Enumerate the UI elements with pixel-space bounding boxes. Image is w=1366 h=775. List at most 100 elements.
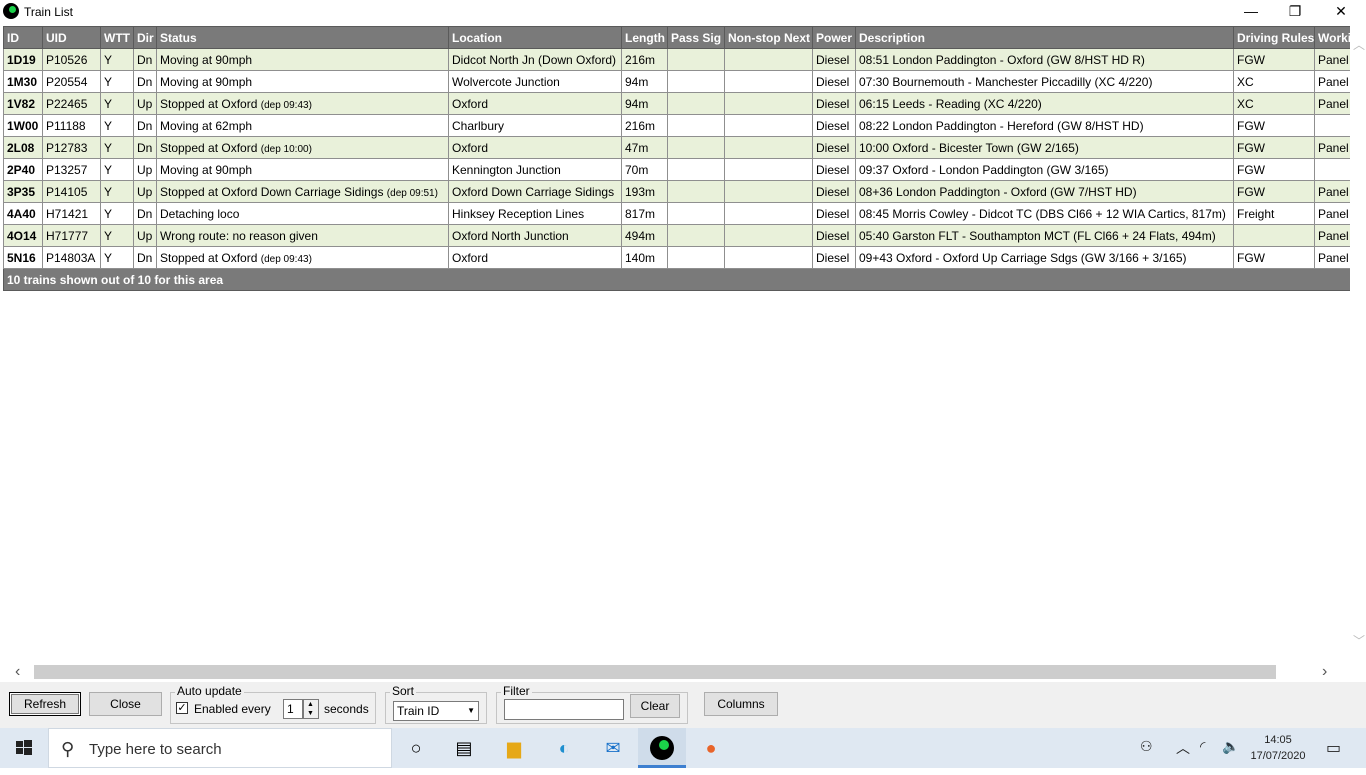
cell-description: 09:37 Oxford - London Paddington (GW 3/1… (855, 158, 1234, 181)
cell-power: Diesel (812, 202, 856, 225)
auto-update-checkbox[interactable]: ✓ (176, 702, 188, 714)
spin-down-icon[interactable]: ▼ (307, 710, 314, 718)
table-row[interactable]: 4A40 H71421 Y Dn Detaching loco Hinksey Recep… (3, 202, 1350, 225)
windows-start-icon[interactable] (0, 728, 48, 768)
spin-up-icon[interactable]: ▲ (307, 701, 314, 709)
cell-direction: Up (133, 158, 157, 181)
people-icon[interactable]: ⚇ (1140, 738, 1153, 755)
taskbar-search-box[interactable]: ⚲ Type here to search (48, 728, 392, 768)
column-header-wtt[interactable]: WTT (100, 26, 134, 49)
restore-button[interactable]: ❐ (1272, 0, 1318, 24)
table-row[interactable]: 2P40 P13257 Y Up Moving at 90mph Kennington J… (3, 158, 1350, 181)
cell-wtt: Y (100, 92, 134, 115)
cell-location: Didcot North Jn (Down Oxford) (448, 48, 622, 71)
cell-non-stop-next (724, 136, 813, 159)
column-header-working[interactable]: Working (1314, 26, 1350, 49)
cell-status: Moving at 62mph (156, 114, 449, 137)
refresh-button[interactable]: Refresh (9, 692, 81, 716)
cell-uid: P22465 (42, 92, 101, 115)
cortana-icon[interactable]: ○ (392, 728, 440, 768)
cell-non-stop-next (724, 202, 813, 225)
cell-train-id: 5N16 (3, 246, 43, 269)
edge-icon[interactable]: ◐ (540, 728, 588, 768)
file-explorer-icon[interactable]: ▆ (490, 728, 538, 768)
table-row[interactable]: 2L08 P12783 Y Dn Stopped at Oxford (dep 10:0… (3, 136, 1350, 159)
cell-direction: Dn (133, 114, 157, 137)
cell-wtt: Y (100, 136, 134, 159)
cell-uid: H71421 (42, 202, 101, 225)
cell-working: Panel (1314, 136, 1350, 159)
train-table: ID UID WTT Dir Status Location Length Pass Sig N… (3, 26, 1350, 291)
mail-icon[interactable]: ✉ (589, 728, 637, 768)
horizontal-scrollbar[interactable]: ‹ › (0, 662, 1350, 682)
table-row[interactable]: 4O14 H71777 Y Up Wrong route: no reason give… (3, 224, 1350, 247)
column-header-driving-rules[interactable]: Driving Rules (1233, 26, 1315, 49)
column-header-id[interactable]: ID (3, 26, 43, 49)
interval-input[interactable]: 1 (283, 699, 303, 719)
clear-button[interactable]: Clear (630, 694, 680, 718)
scroll-down-icon[interactable]: ﹀ (1353, 632, 1365, 649)
chevron-up-icon[interactable]: ︿ (1176, 738, 1190, 758)
status-departure: (dep 09:43) (260, 253, 312, 265)
cell-wtt: Y (100, 224, 134, 247)
status-text: Wrong route: no reason given (160, 228, 318, 243)
cell-length: 193m (621, 180, 668, 203)
column-header-description[interactable]: Description (855, 26, 1234, 49)
cell-description: 07:30 Bournemouth - Manchester Piccadill… (855, 70, 1234, 93)
close-button[interactable]: Close (89, 692, 162, 716)
table-row[interactable]: 1V82 P22465 Y Up Stopped at Oxford (dep 09:4… (3, 92, 1350, 115)
table-row[interactable]: 5N16 P14803A Y Dn Stopped at Oxford (dep 09:… (3, 246, 1350, 269)
cell-uid: P14105 (42, 180, 101, 203)
column-header-status[interactable]: Status (156, 26, 449, 49)
table-row[interactable]: 1W00 P11188 Y Dn Moving at 62mph Charlbury 216… (3, 114, 1350, 137)
network-icon[interactable]: ◜ (1200, 738, 1205, 755)
task-view-icon[interactable]: ▤ (440, 728, 488, 768)
cell-working: Panel (1314, 48, 1350, 71)
cell-uid: P13257 (42, 158, 101, 181)
cell-pass-sig (667, 202, 725, 225)
cell-uid: P20554 (42, 70, 101, 93)
status-text: Moving at 90mph (160, 162, 253, 177)
scroll-up-icon[interactable]: ︿ (1353, 36, 1365, 53)
column-header-non-stop-next[interactable]: Non-stop Next (724, 26, 813, 49)
notification-icon[interactable]: ▭ (1326, 738, 1341, 758)
status-departure: (dep 09:51) (386, 187, 438, 199)
sort-label: Sort (390, 684, 417, 698)
column-header-uid[interactable]: UID (42, 26, 101, 49)
cell-description: 06:15 Leeds - Reading (XC 4/220) (855, 92, 1234, 115)
table-row[interactable]: 1D19 P10526 Y Dn Moving at 90mph Didcot North… (3, 48, 1350, 71)
cell-status: Stopped at Oxford (dep 10:00) (156, 136, 449, 159)
column-header-dir[interactable]: Dir (133, 26, 157, 49)
table-row[interactable]: 3P35 P14105 Y Up Stopped at Oxford Down Carr… (3, 180, 1350, 203)
table-row[interactable]: 1M30 P20554 Y Dn Moving at 90mph Wolvercote J… (3, 70, 1350, 93)
interval-spinner[interactable]: ▲ ▼ (303, 699, 319, 719)
cell-working (1314, 158, 1350, 181)
close-window-button[interactable]: ✕ (1318, 0, 1364, 24)
volume-icon[interactable]: 🔈 (1222, 738, 1239, 755)
cell-location: Oxford Down Carriage Sidings (448, 180, 622, 203)
cell-location: Oxford (448, 246, 622, 269)
cell-non-stop-next (724, 48, 813, 71)
clock[interactable]: 14:05 17/07/2020 (1243, 732, 1313, 764)
simsig-icon[interactable] (638, 728, 686, 768)
cell-location: Oxford (448, 92, 622, 115)
scroll-left-icon[interactable]: ‹ (15, 663, 20, 681)
column-header-power[interactable]: Power (812, 26, 856, 49)
cell-wtt: Y (100, 202, 134, 225)
trains-shown-summary: 10 trains shown out of 10 for this area (3, 268, 1350, 291)
vertical-scrollbar[interactable]: ︿ ﹀ (1350, 24, 1366, 662)
column-header-location[interactable]: Location (448, 26, 622, 49)
column-header-length[interactable]: Length (621, 26, 668, 49)
column-header-pass-sig[interactable]: Pass Sig (667, 26, 725, 49)
minimize-button[interactable]: — (1228, 0, 1274, 24)
cell-uid: P11188 (42, 114, 101, 137)
status-text: Stopped at Oxford Down Carriage Sidings (160, 184, 384, 199)
columns-button[interactable]: Columns (704, 692, 778, 716)
firefox-icon[interactable]: ● (687, 728, 735, 768)
filter-input[interactable] (504, 699, 624, 720)
cell-power: Diesel (812, 48, 856, 71)
sort-select[interactable]: Train ID ▼ (393, 701, 479, 721)
scroll-right-icon[interactable]: › (1322, 663, 1327, 681)
status-text: Stopped at Oxford (160, 250, 258, 265)
horizontal-scroll-thumb[interactable] (34, 665, 1276, 679)
